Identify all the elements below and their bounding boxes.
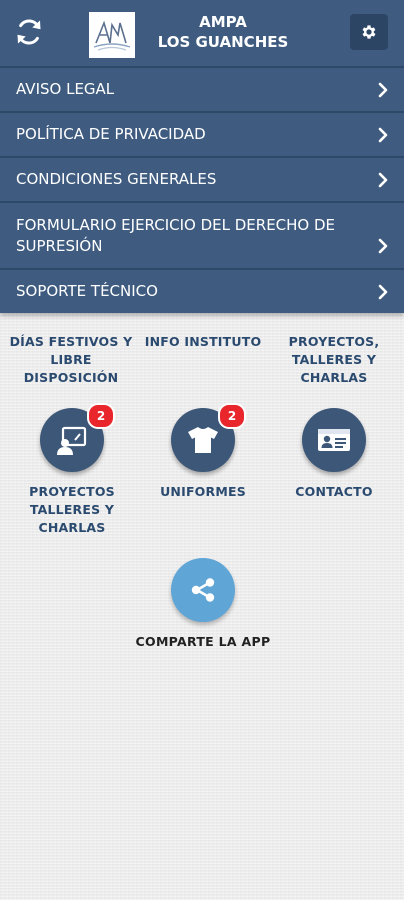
ampa-logo [89, 12, 135, 58]
chevron-right-icon [378, 238, 388, 253]
menu-item-condiciones-generales[interactable]: CONDICIONES GENERALES [0, 156, 404, 201]
menu-item-aviso-legal[interactable]: AVISO LEGAL [0, 66, 404, 111]
top-label-info-instituto[interactable]: INFO INSTITUTO [140, 333, 266, 351]
gear-icon [362, 25, 376, 39]
menu-item-label: POLÍTICA DE PRIVACIDAD [16, 125, 206, 143]
refresh-button[interactable] [12, 15, 46, 49]
settings-dropdown-menu: AVISO LEGAL POLÍTICA DE PRIVACIDAD CONDI… [0, 66, 404, 313]
app-title: AMPA LOS GUANCHES [140, 12, 306, 52]
menu-item-label: FORMULARIO EJERCICIO DEL DERECHO DE SUPR… [16, 215, 336, 255]
top-label-proyectos[interactable]: PROYECTOS, TALLERES Y CHARLAS [274, 333, 394, 387]
contacto-button[interactable] [302, 408, 366, 472]
menu-item-formulario-supresion[interactable]: FORMULARIO EJERCICIO DEL DERECHO DE SUPR… [0, 201, 404, 268]
tshirt-icon [188, 427, 218, 453]
app-title-line2: LOS GUANCHES [157, 33, 289, 51]
tile-label-uniformes[interactable]: UNIFORMES [143, 483, 263, 501]
refresh-icon [17, 19, 41, 45]
uniformes-notification-badge: 2 [218, 403, 246, 429]
app-header: AMPA LOS GUANCHES [0, 0, 404, 66]
top-label-dias-festivos[interactable]: DÍAS FESTIVOS Y LIBRE DISPOSICIÓN [4, 333, 138, 387]
settings-button[interactable] [350, 14, 388, 50]
menu-item-label: AVISO LEGAL [16, 80, 115, 98]
tile-label-contacto[interactable]: CONTACTO [274, 483, 394, 501]
tile-label-proyectos[interactable]: PROYECTOS TALLERES Y CHARLAS [22, 483, 122, 537]
menu-item-politica-privacidad[interactable]: POLÍTICA DE PRIVACIDAD [0, 111, 404, 156]
share-app-button[interactable] [171, 558, 235, 622]
menu-item-label: CONDICIONES GENERALES [16, 170, 217, 188]
menu-item-label: SOPORTE TÉCNICO [16, 282, 158, 300]
chevron-right-icon [378, 172, 388, 187]
chevron-right-icon [378, 82, 388, 97]
presentation-icon [57, 426, 87, 455]
contact-card-icon [318, 429, 350, 451]
chevron-right-icon [378, 127, 388, 142]
proyectos-notification-badge: 2 [87, 403, 115, 429]
app-title-line1: AMPA [199, 13, 247, 31]
chevron-right-icon [378, 284, 388, 299]
share-icon [191, 578, 215, 602]
share-app-label[interactable]: COMPARTE LA APP [100, 633, 306, 651]
menu-item-soporte-tecnico[interactable]: SOPORTE TÉCNICO [0, 268, 404, 313]
